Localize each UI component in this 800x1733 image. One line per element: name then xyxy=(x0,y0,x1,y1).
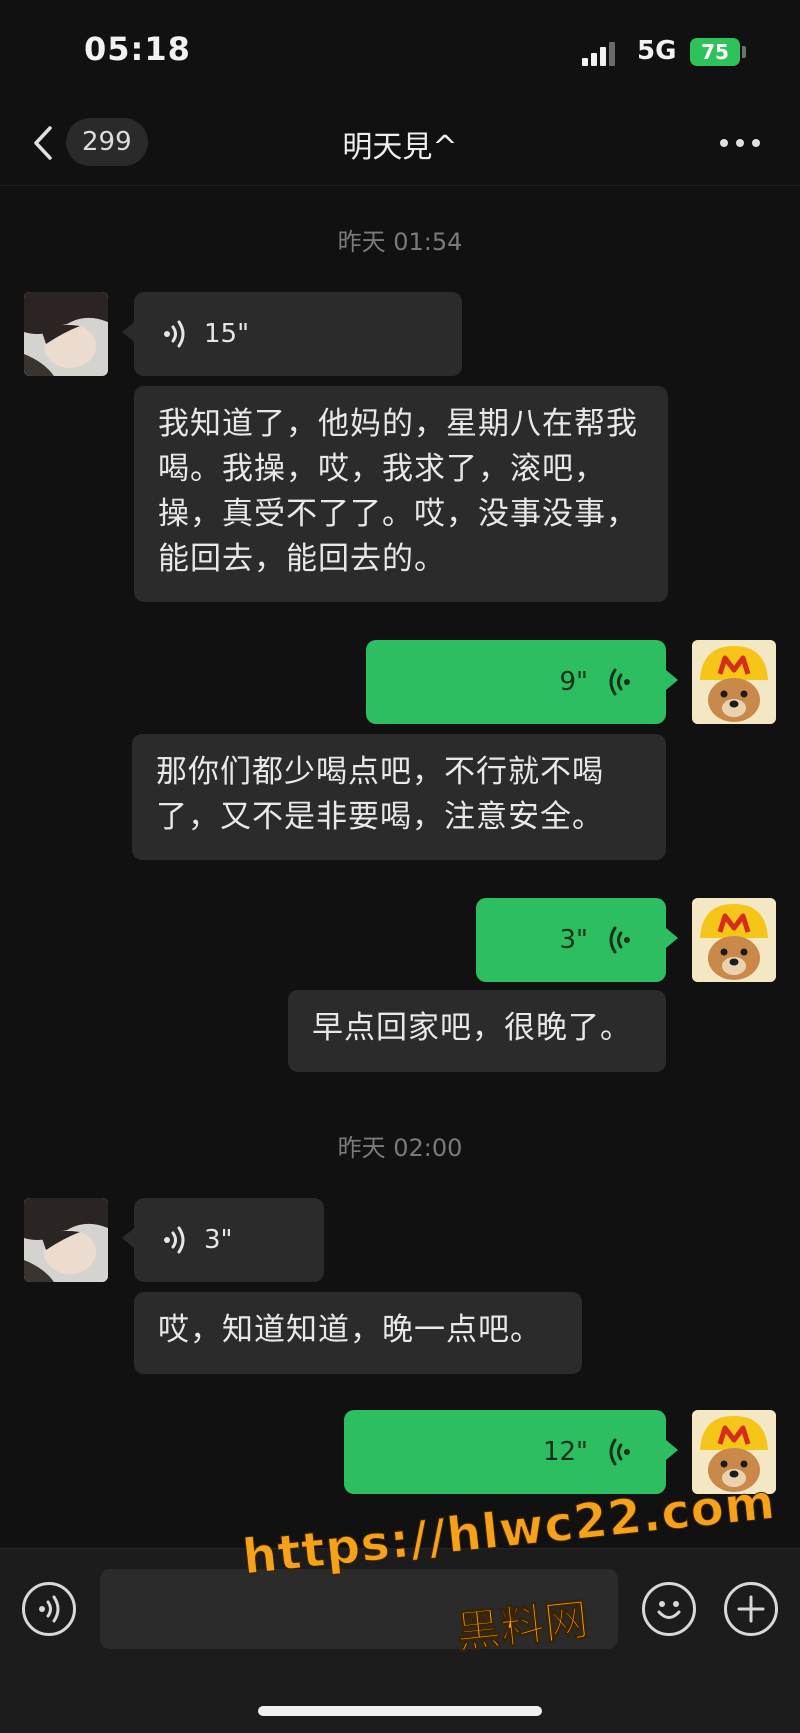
my-avatar[interactable] xyxy=(692,640,776,724)
contact-avatar[interactable] xyxy=(24,292,108,376)
network-type: 5G xyxy=(637,36,677,66)
voice-transcript: 我知道了，他妈的，星期八在帮我喝。我操，哎，我求了，滚吧，操，真受不了了。哎，没… xyxy=(134,386,668,602)
emoji-button[interactable] xyxy=(642,1582,696,1636)
voice-duration: 3" xyxy=(559,925,588,955)
chat-title: 明天見^ xyxy=(342,130,458,165)
voice-duration: 15" xyxy=(204,319,250,349)
plus-icon xyxy=(737,1595,765,1623)
status-bar: 05:18 5G 75 xyxy=(0,0,800,100)
battery-level: 75 xyxy=(701,40,729,64)
status-time: 05:18 xyxy=(84,30,191,68)
my-avatar-image xyxy=(692,898,776,982)
voice-wave-icon xyxy=(164,1226,185,1254)
contact-avatar-image xyxy=(24,292,108,376)
voice-message[interactable]: 9" xyxy=(366,640,678,724)
contact-avatar[interactable] xyxy=(24,1198,108,1282)
voice-wave-icon xyxy=(609,926,630,954)
voice-message[interactable]: 12" xyxy=(344,1410,678,1494)
voice-message[interactable]: 3" xyxy=(122,1198,324,1282)
voice-duration: 12" xyxy=(542,1437,588,1467)
emoji-icon xyxy=(657,1601,681,1619)
voice-transcript: 哎，知道知道，晚一点吧。 xyxy=(134,1292,582,1374)
contact-avatar-image xyxy=(24,1198,108,1282)
voice-transcript: 早点回家吧，很晚了。 xyxy=(288,990,666,1072)
voice-mode-icon xyxy=(39,1595,60,1623)
signal-icon xyxy=(582,40,622,66)
voice-wave-icon xyxy=(609,1438,630,1466)
voice-mode-button[interactable] xyxy=(22,1582,76,1636)
voice-duration: 9" xyxy=(559,667,588,697)
more-dots-icon[interactable] xyxy=(718,136,762,150)
watermark-site-name: 黑料网 xyxy=(454,1594,592,1660)
timestamp-separator: 昨天 01:54 xyxy=(337,228,463,256)
battery-icon: 75 xyxy=(690,38,740,66)
voice-message[interactable]: 3" xyxy=(476,898,678,982)
battery-nub xyxy=(742,46,746,58)
voice-duration: 3" xyxy=(204,1225,233,1255)
my-avatar-image xyxy=(692,640,776,724)
my-avatar[interactable] xyxy=(692,898,776,982)
voice-wave-icon xyxy=(164,320,185,348)
voice-transcript: 那你们都少喝点吧，不行就不喝了，又不是非要喝，注意安全。 xyxy=(132,734,666,860)
voice-message[interactable]: 15" xyxy=(122,292,462,376)
home-indicator xyxy=(258,1706,542,1716)
plus-button[interactable] xyxy=(724,1582,778,1636)
chat-header: 299 明天見^ xyxy=(0,100,800,186)
voice-wave-icon xyxy=(609,668,630,696)
timestamp-separator: 昨天 02:00 xyxy=(337,1134,463,1162)
